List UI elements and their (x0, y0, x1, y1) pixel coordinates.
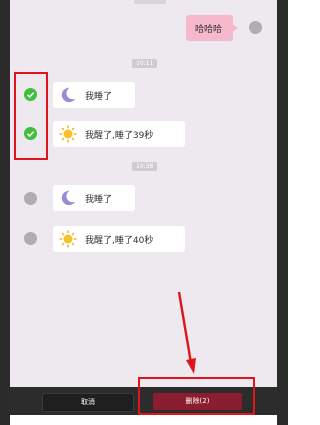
phone-screen: 哈哈哈 10:11 我睡了 我醒了,睡了39秒 10:38 我睡了 我醒了,睡了… (0, 0, 288, 425)
arrow-icon (177, 291, 196, 374)
